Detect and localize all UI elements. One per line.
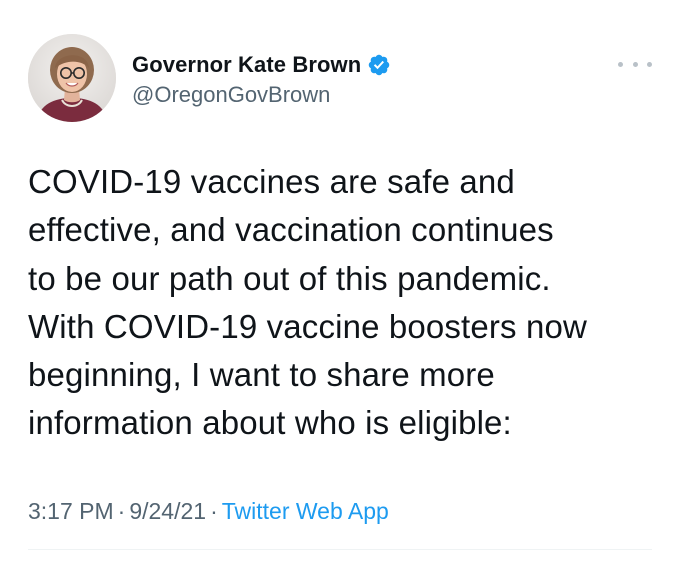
meta-separator: ·	[210, 498, 218, 524]
user-handle[interactable]: @OregonGovBrown	[132, 82, 330, 108]
tweet-source-link[interactable]: Twitter Web App	[222, 498, 389, 524]
avatar[interactable]	[28, 34, 116, 122]
tweet-text-line: effective, and vaccination continues	[28, 211, 554, 249]
tweet-time[interactable]: 3:17 PM	[28, 498, 114, 524]
tweet-date[interactable]: 9/24/21	[129, 498, 206, 524]
ellipsis-icon	[618, 61, 623, 67]
tweet-text-line: COVID-19 vaccines are safe and	[28, 163, 515, 200]
author-name-row: Governor Kate Brown	[132, 50, 391, 80]
divider	[28, 549, 652, 550]
tweet-text-line: With COVID-19 vaccine boosters now	[28, 307, 587, 345]
meta-separator: ·	[117, 498, 126, 524]
more-options-button[interactable]	[618, 54, 652, 74]
ellipsis-icon	[647, 61, 652, 67]
verified-badge-icon	[369, 54, 390, 76]
display-name[interactable]: Governor Kate Brown	[132, 52, 361, 78]
ellipsis-icon	[632, 61, 638, 67]
tweet-card: Governor Kate Brown @OregonGovBrown COVI…	[0, 0, 680, 562]
tweet-text-line: to be our path out of this pandemic.	[28, 259, 551, 297]
profile-photo	[28, 34, 116, 122]
tweet-text-line: beginning, I want to share more	[28, 356, 495, 394]
tweet-text-line: information about who is eligible:	[28, 404, 512, 442]
tweet-text: COVID-19 vaccines are safe and effective…	[28, 158, 658, 448]
tweet-meta: 3:17 PM · 9/24/21 · Twitter Web App	[28, 498, 389, 525]
